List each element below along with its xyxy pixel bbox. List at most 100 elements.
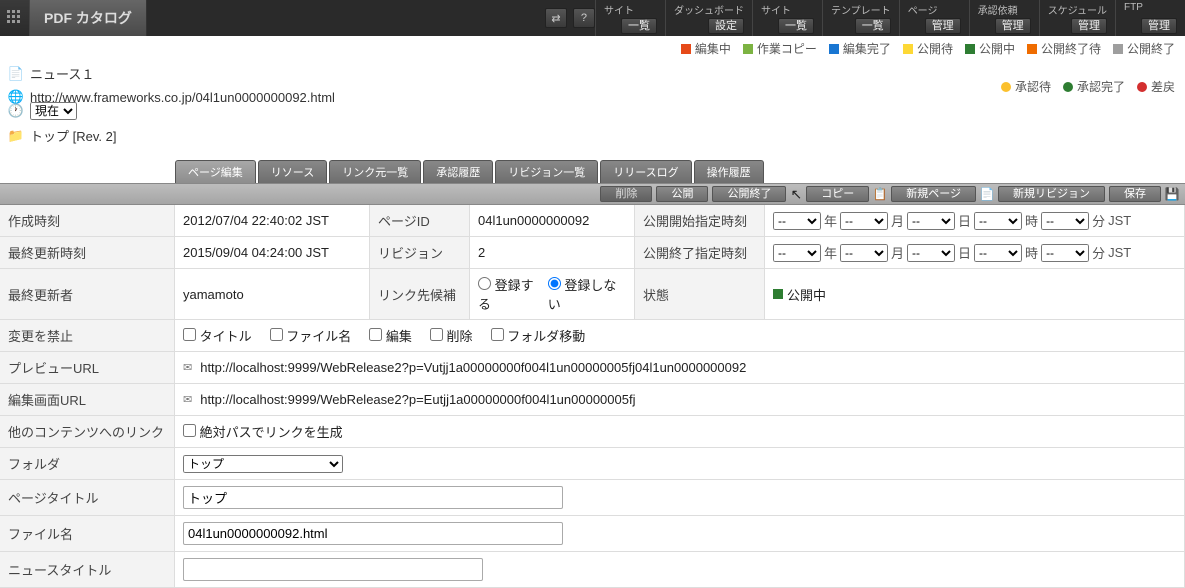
pub-end-day[interactable]: -- xyxy=(907,244,955,262)
value-edit-url: ✉ http://localhost:9999/WebRelease2?p=Eu… xyxy=(175,384,1185,416)
clipboard-icon: 📋 xyxy=(873,187,887,201)
menu-approval[interactable]: 承認依頼管理 xyxy=(969,0,1039,36)
label-news-title: ニュースタイトル xyxy=(0,552,175,588)
help-button[interactable]: ? xyxy=(573,8,595,28)
save-icon: 💾 xyxy=(1165,187,1179,201)
legend-item: 公開終了 xyxy=(1113,40,1175,57)
folder-rev: トップ [Rev. 2] xyxy=(30,126,116,145)
tab-approval-history[interactable]: 承認履歴 xyxy=(423,160,493,183)
pub-end-hour[interactable]: -- xyxy=(974,244,1022,262)
new-revision-button[interactable]: 新規リビジョン xyxy=(998,186,1105,202)
legend-item: 作業コピー xyxy=(743,40,817,57)
value-link-candidate: 登録する 登録しない xyxy=(470,269,635,320)
page-icon: 📄 xyxy=(8,66,24,82)
pub-start-year[interactable]: -- xyxy=(773,212,821,230)
label-page-title: ページタイトル xyxy=(0,480,175,516)
action-bar: 削除 公開 公開終了 ↖ コピー 📋 新規ページ 📄 新規リビジョン 保存 💾 xyxy=(0,183,1185,205)
legend-item: 差戻 xyxy=(1137,78,1175,95)
value-file-name xyxy=(175,516,1185,552)
top-bar-gap: ⇄ ? xyxy=(147,0,595,36)
tab-link-source[interactable]: リンク元一覧 xyxy=(329,160,421,183)
value-created: 2012/07/04 22:40:02 JST xyxy=(175,205,370,237)
save-button[interactable]: 保存 xyxy=(1109,186,1161,202)
pub-start-min[interactable]: -- xyxy=(1041,212,1089,230)
value-pub-end: --年 --月 --日 --時 --分 JST xyxy=(765,237,1185,269)
label-pub-end: 公開終了指定時刻 xyxy=(635,237,765,269)
tab-resource[interactable]: リソース xyxy=(258,160,327,183)
mail-icon: ✉ xyxy=(183,393,192,406)
menu-site[interactable]: サイト一覧 xyxy=(595,0,665,36)
cb-abs-path[interactable]: 絶対パスでリンクを生成 xyxy=(183,422,343,441)
menu-dashboard[interactable]: ダッシュボード設定 xyxy=(665,0,752,36)
end-publish-button[interactable]: 公開終了 xyxy=(712,186,786,202)
pub-end-month[interactable]: -- xyxy=(840,244,888,262)
label-last-editor: 最終更新者 xyxy=(0,269,175,320)
pub-end-min[interactable]: -- xyxy=(1041,244,1089,262)
value-page-id: 04l1un0000000092 xyxy=(470,205,635,237)
value-other-link: 絶対パスでリンクを生成 xyxy=(175,416,1185,448)
label-file-name: ファイル名 xyxy=(0,516,175,552)
pub-start-day[interactable]: -- xyxy=(907,212,955,230)
radio-register[interactable]: 登録する xyxy=(478,275,544,313)
label-pub-start: 公開開始指定時刻 xyxy=(635,205,765,237)
page-title-input[interactable] xyxy=(183,486,563,509)
toggle-panel-button[interactable]: ⇄ xyxy=(545,8,567,28)
delete-button[interactable]: 削除 xyxy=(600,186,652,202)
legend-item: 公開終了待 xyxy=(1027,40,1101,57)
news-title-input[interactable] xyxy=(183,558,483,581)
menu-site-2[interactable]: サイト一覧 xyxy=(752,0,822,36)
value-pub-start: --年 --月 --日 --時 --分 JST xyxy=(765,205,1185,237)
label-last-update: 最終更新時刻 xyxy=(0,237,175,269)
radio-not-register[interactable]: 登録しない xyxy=(548,275,626,313)
tab-operation-history[interactable]: 操作履歴 xyxy=(694,160,764,183)
value-last-update: 2015/09/04 04:24:00 JST xyxy=(175,237,370,269)
tab-strip: ページ編集 リソース リンク元一覧 承認履歴 リビジョン一覧 リリースログ 操作… xyxy=(0,160,1185,183)
legend-item: 編集中 xyxy=(681,40,731,57)
mail-icon: ✉ xyxy=(183,361,192,374)
cb-edit[interactable]: 編集 xyxy=(369,326,412,345)
label-status: 状態 xyxy=(635,269,765,320)
tab-release-log[interactable]: リリースログ xyxy=(600,160,691,183)
cb-delete[interactable]: 削除 xyxy=(430,326,473,345)
publish-button[interactable]: 公開 xyxy=(656,186,708,202)
label-prohibit-change: 変更を禁止 xyxy=(0,320,175,352)
top-menus: サイト一覧 ダッシュボード設定 サイト一覧 テンプレート一覧 ページ管理 承認依… xyxy=(595,0,1185,36)
form-grid: 作成時刻 2012/07/04 22:40:02 JST ページID 04l1u… xyxy=(0,205,1185,320)
label-folder: フォルダ xyxy=(0,448,175,480)
legend-item: 公開中 xyxy=(965,40,1015,57)
pub-start-hour[interactable]: -- xyxy=(974,212,1022,230)
label-preview-url: プレビューURL xyxy=(0,352,175,384)
value-revision: 2 xyxy=(470,237,635,269)
form-wide-rows: 変更を禁止 タイトル ファイル名 編集 削除 フォルダ移動 プレビューURL ✉… xyxy=(0,320,1185,588)
clock-icon: 🕐 xyxy=(8,103,24,119)
legend-item: 承認待 xyxy=(1001,78,1051,95)
time-select[interactable]: 現在 xyxy=(30,102,77,120)
tab-revision-list[interactable]: リビジョン一覧 xyxy=(495,160,598,183)
new-page-icon: 📄 xyxy=(980,187,994,201)
cb-title[interactable]: タイトル xyxy=(183,326,252,345)
legend-item: 編集完了 xyxy=(829,40,891,57)
pub-end-datetime: --年 --月 --日 --時 --分 JST xyxy=(773,243,1131,262)
menu-schedule[interactable]: スケジュール管理 xyxy=(1039,0,1115,36)
label-link-candidate: リンク先候補 xyxy=(370,269,470,320)
value-prohibit-change: タイトル ファイル名 編集 削除 フォルダ移動 xyxy=(175,320,1185,352)
pub-start-month[interactable]: -- xyxy=(840,212,888,230)
value-status: 公開中 xyxy=(765,269,1185,320)
copy-button[interactable]: コピー xyxy=(806,186,869,202)
cursor-icon: ↖ xyxy=(790,186,802,203)
new-page-button[interactable]: 新規ページ xyxy=(891,186,976,202)
cb-file-name[interactable]: ファイル名 xyxy=(270,326,352,345)
pub-end-year[interactable]: -- xyxy=(773,244,821,262)
value-preview-url: ✉ http://localhost:9999/WebRelease2?p=Vu… xyxy=(175,352,1185,384)
menu-ftp[interactable]: FTP管理 xyxy=(1115,0,1185,36)
folder-select[interactable]: トップ xyxy=(183,455,343,473)
value-last-editor: yamamoto xyxy=(175,269,370,320)
legend-item: 公開待 xyxy=(903,40,953,57)
value-page-title xyxy=(175,480,1185,516)
menu-page[interactable]: ページ管理 xyxy=(899,0,969,36)
file-name-input[interactable] xyxy=(183,522,563,545)
cb-folder-move[interactable]: フォルダ移動 xyxy=(491,326,586,345)
status-color-icon xyxy=(773,289,783,299)
menu-template[interactable]: テンプレート一覧 xyxy=(822,0,899,36)
tab-page-edit[interactable]: ページ編集 xyxy=(175,160,256,183)
